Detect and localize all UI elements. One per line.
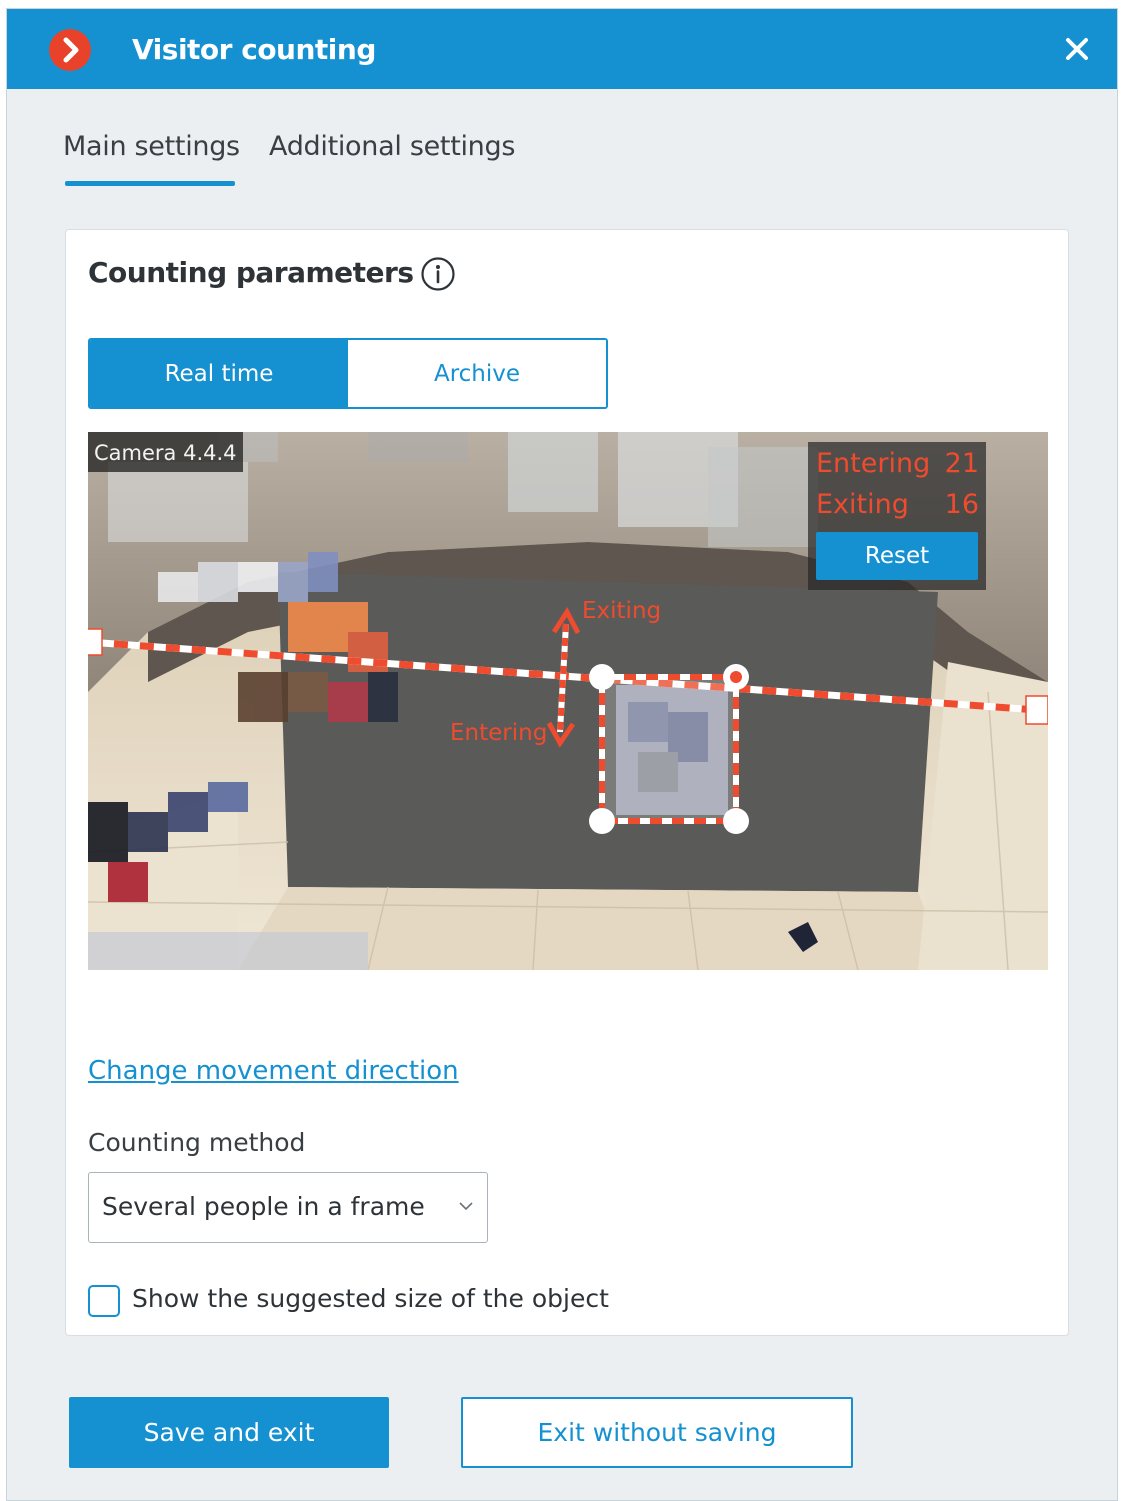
counting-method-label: Counting method [88,1128,306,1157]
chevron-right-circle-icon [49,29,91,71]
counter-overlay: Entering 21 Exiting 16 Reset [808,442,986,590]
mode-toggle: Real time Archive [88,338,608,409]
chevron-down-icon [459,1202,473,1211]
exit-without-saving-button[interactable]: Exit without saving [461,1397,853,1468]
direction-entering-label: Entering [450,720,548,746]
entering-count: 21 [944,448,979,479]
mode-real-time-button[interactable]: Real time [90,340,348,407]
exiting-label: Exiting [816,489,909,520]
close-icon[interactable] [1059,31,1095,67]
active-tab-indicator [65,181,235,186]
entering-label: Entering [816,448,931,479]
mode-archive-button[interactable]: Archive [348,340,606,407]
exiting-count: 16 [944,489,979,520]
show-suggested-size-checkbox[interactable] [88,1285,120,1317]
tab-additional-settings[interactable]: Additional settings [269,131,515,162]
info-icon[interactable] [420,256,456,292]
direction-exiting-label: Exiting [582,598,662,624]
reset-button[interactable]: Reset [816,532,978,580]
save-and-exit-button[interactable]: Save and exit [69,1397,389,1468]
counting-method-select[interactable]: Several people in a frame [88,1172,488,1243]
change-movement-direction-link[interactable]: Change movement direction [88,1056,459,1086]
panel-title: Counting parameters [88,256,414,289]
visitor-counting-window: Visitor counting Main settings Additiona… [6,8,1118,1501]
camera-view[interactable]: Camera 4.4.4 Entering 21 Exiting 16 Rese… [88,432,1048,970]
counting-parameters-panel: Counting parameters Real time Archive Ca… [65,229,1069,1336]
tab-main-settings[interactable]: Main settings [63,131,240,162]
window-title: Visitor counting [132,33,376,66]
counting-method-value: Several people in a frame [102,1192,425,1221]
title-bar: Visitor counting [7,9,1117,89]
show-suggested-size-label: Show the suggested size of the object [132,1284,609,1313]
camera-label: Camera 4.4.4 [88,432,243,472]
